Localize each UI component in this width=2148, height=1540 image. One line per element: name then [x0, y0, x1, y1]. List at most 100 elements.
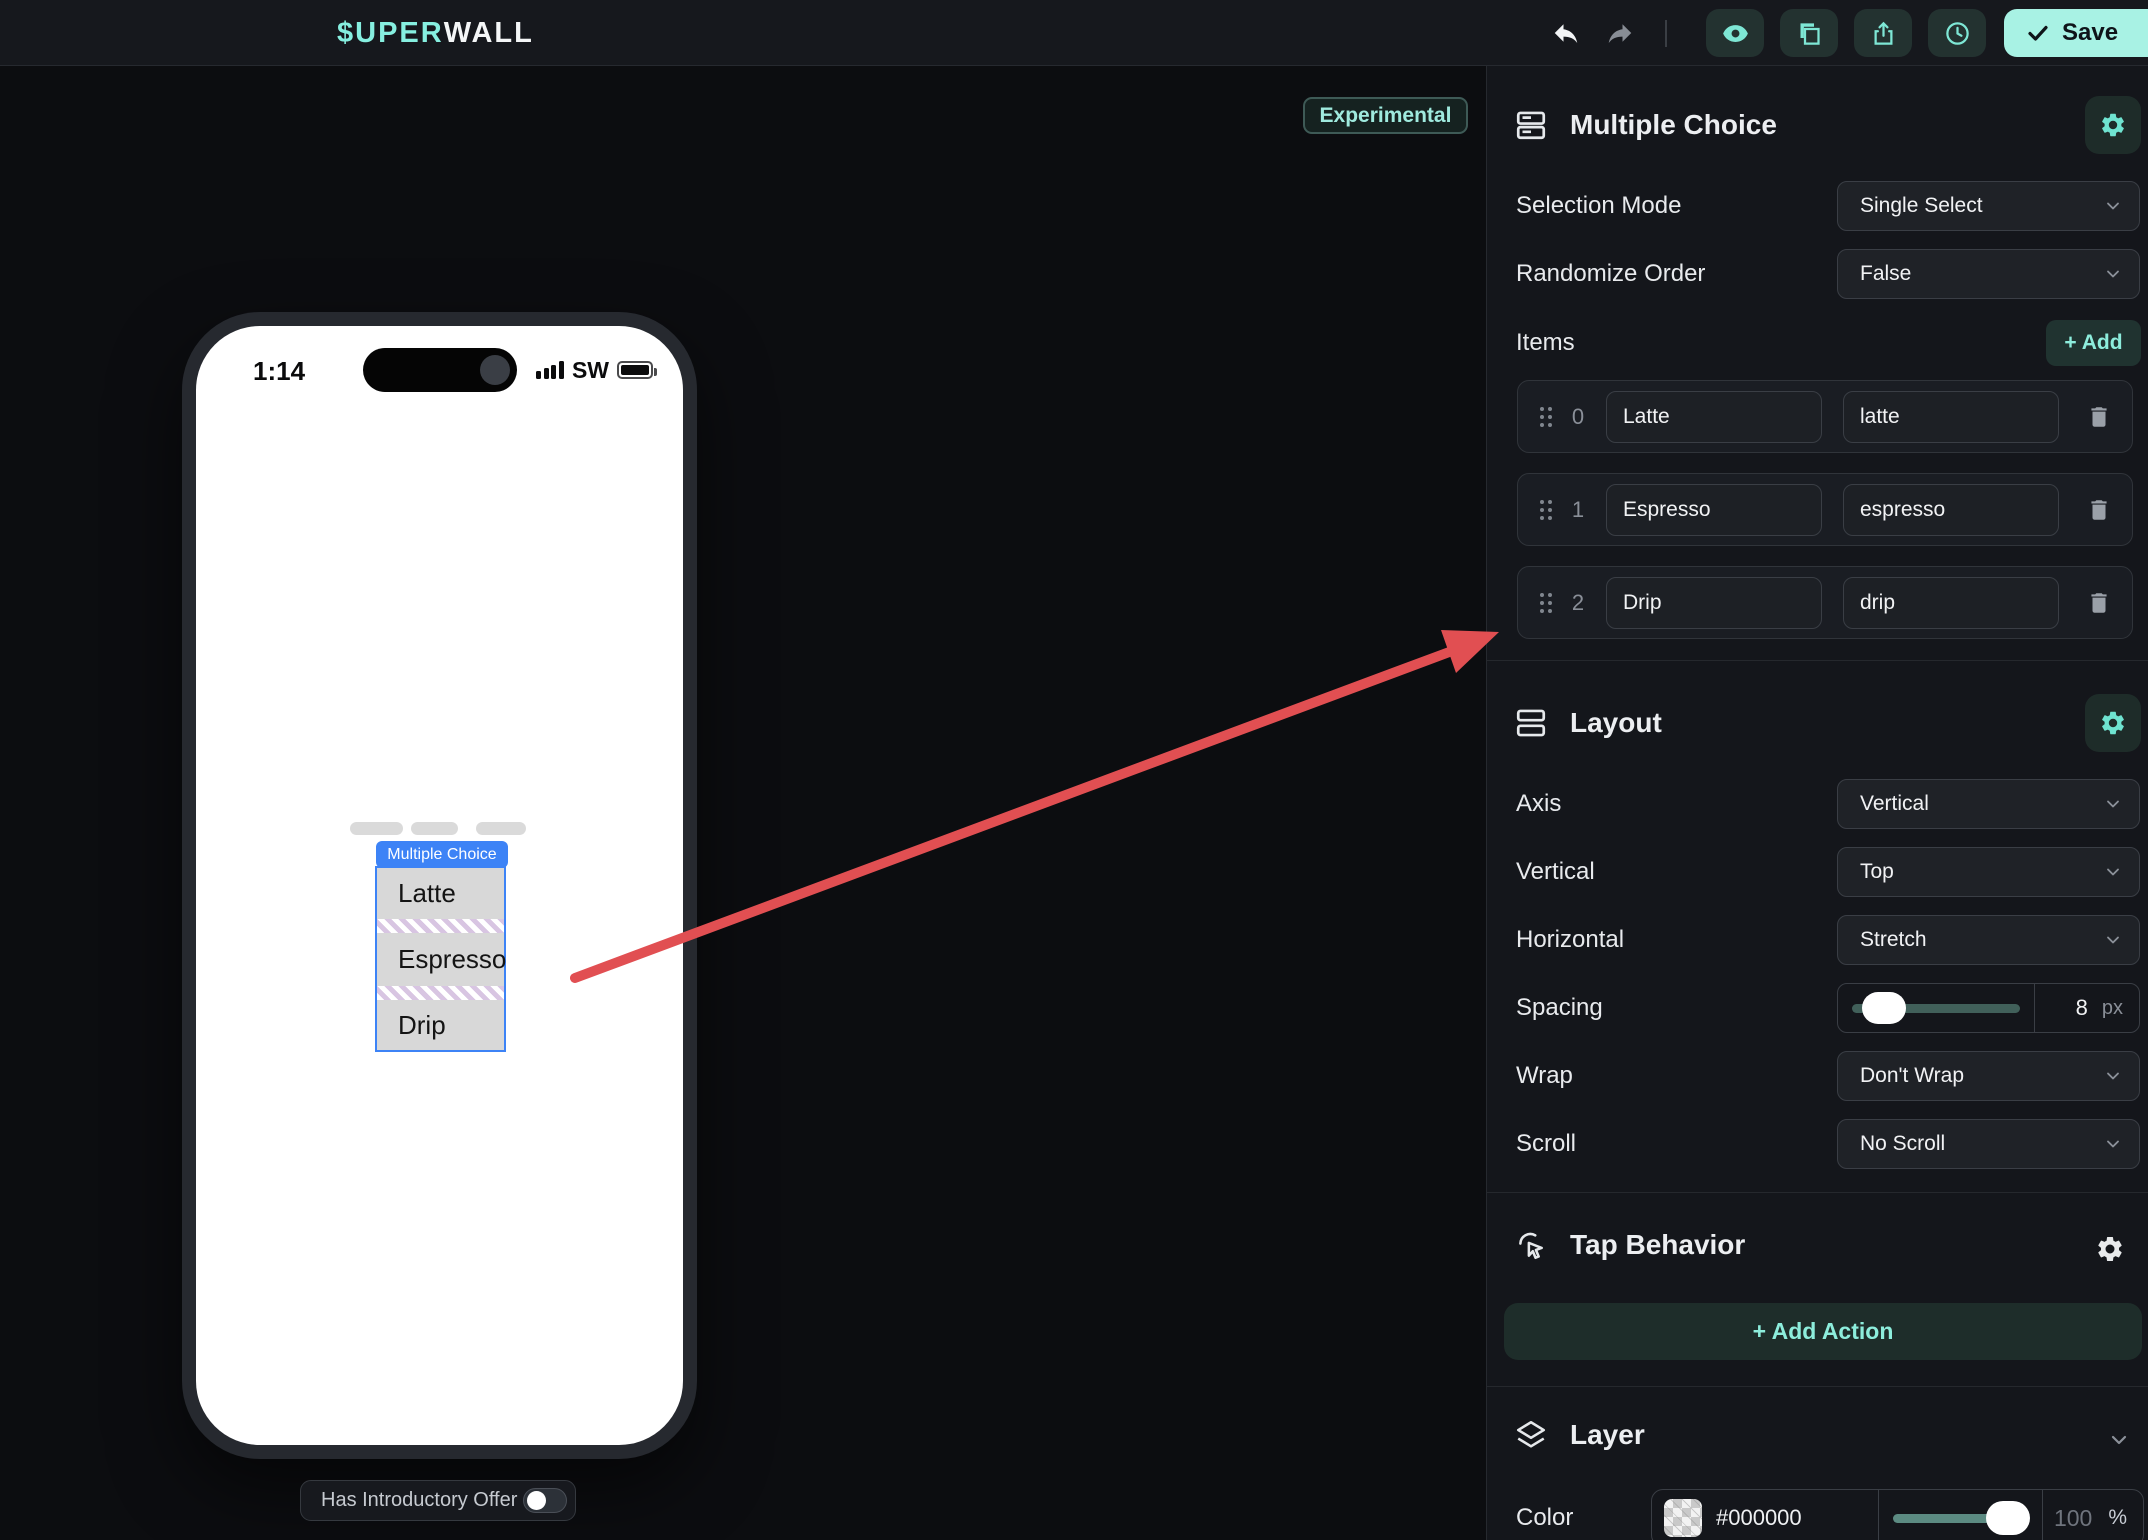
section-title: Layer — [1570, 1419, 1645, 1450]
choice-option[interactable]: Latte — [377, 868, 504, 919]
spacing-unit: px — [2101, 996, 2123, 1019]
share-icon — [1874, 21, 1892, 45]
item-label-input[interactable] — [1606, 390, 1822, 443]
redo-button[interactable] — [1604, 17, 1636, 49]
clock-icon — [1945, 21, 1969, 45]
save-label: Save — [2062, 19, 2119, 46]
wrap-dropdown[interactable]: Don't Wrap — [1837, 1051, 2140, 1101]
color-label: Color — [1516, 1504, 1574, 1531]
duplicate-button[interactable] — [1780, 9, 1838, 57]
vertical-dropdown[interactable]: Top — [1837, 847, 2140, 897]
multiple-choice-component[interactable]: Latte Espresso Drip — [375, 866, 506, 1052]
section-title: Tap Behavior — [1570, 1229, 1746, 1260]
item-label-input[interactable] — [1606, 576, 1822, 629]
chevron-down-icon — [2107, 800, 2119, 808]
eye-icon — [1722, 24, 1748, 42]
preview-button[interactable] — [1706, 9, 1764, 57]
history-button[interactable] — [1928, 9, 1986, 57]
cursor-click-icon — [1519, 1232, 1543, 1260]
inspector-sidebar: Multiple Choice Selection Mode Single Se… — [1486, 66, 2148, 1540]
horizontal-dropdown[interactable]: Stretch — [1837, 915, 2140, 965]
horizontal-label: Horizontal — [1516, 926, 1625, 953]
experimental-badge: Experimental — [1303, 97, 1468, 134]
trash-icon — [2091, 592, 2107, 613]
selection-mode-dropdown[interactable]: Single Select — [1837, 181, 2140, 231]
intro-offer-control: Has Introductory Offer — [300, 1480, 576, 1521]
tap-behavior-header: Tap Behavior — [1514, 1228, 1745, 1262]
placeholder-pill — [476, 822, 526, 835]
color-swatch[interactable] — [1664, 1499, 1702, 1537]
share-button[interactable] — [1854, 9, 1912, 57]
gear-icon — [2102, 711, 2124, 735]
drag-handle-icon[interactable] — [1540, 592, 1552, 613]
spacing-stripe — [377, 986, 504, 1000]
trash-icon — [2091, 406, 2107, 427]
choice-option[interactable]: Espresso — [377, 933, 506, 986]
axis-label: Axis — [1516, 790, 1562, 817]
intro-offer-toggle[interactable] — [523, 1488, 567, 1513]
spacing-slider[interactable] — [1838, 984, 2035, 1032]
battery-icon — [617, 361, 657, 379]
color-control: #000000 100 % — [1651, 1489, 2144, 1540]
item-value-input[interactable] — [1843, 390, 2059, 443]
chevron-down-icon — [2107, 202, 2119, 210]
drag-handle-icon[interactable] — [1540, 499, 1552, 520]
layout-rows-icon — [1516, 709, 1546, 737]
slider-knob[interactable] — [1862, 991, 1906, 1024]
phone-mockup: 1:14 SW Multiple Choice Latte Espresso D… — [182, 312, 697, 1459]
layout-settings-button[interactable] — [2085, 694, 2141, 752]
dynamic-island — [362, 348, 517, 392]
tap-behavior-settings-button[interactable] — [2095, 1234, 2127, 1266]
app-logo: $UPER WALL — [337, 0, 534, 66]
section-divider — [1487, 1192, 2148, 1193]
trash-icon — [2091, 499, 2107, 520]
color-hex-value[interactable]: #000000 — [1716, 1505, 1802, 1531]
selection-mode-label: Selection Mode — [1516, 192, 1682, 219]
add-action-button[interactable]: + Add Action — [1504, 1303, 2142, 1360]
drag-handle-icon[interactable] — [1540, 406, 1552, 427]
toggle-knob — [527, 1491, 546, 1510]
delete-item-button[interactable] — [2084, 588, 2114, 618]
slider-track — [1893, 1500, 2030, 1535]
item-label-input[interactable] — [1606, 483, 1822, 536]
section-title: Layout — [1570, 707, 1662, 738]
layer-collapse-chevron[interactable] — [2107, 1428, 2131, 1452]
item-index: 0 — [1571, 403, 1585, 429]
component-settings-button[interactable] — [2085, 96, 2141, 154]
item-value-input[interactable] — [1843, 483, 2059, 536]
item-row-0: 0 — [1517, 380, 2133, 453]
section-divider — [1487, 660, 2148, 661]
scroll-dropdown[interactable]: No Scroll — [1837, 1119, 2140, 1169]
opacity-value[interactable]: 100 — [2054, 1505, 2092, 1532]
component-section-header: Multiple Choice — [1514, 108, 1777, 142]
vertical-label: Vertical — [1516, 858, 1595, 885]
section-title: Multiple Choice — [1570, 109, 1777, 140]
slider-knob[interactable] — [1986, 1500, 2030, 1535]
toolbar-divider — [1665, 20, 1667, 47]
check-icon — [2028, 25, 2048, 41]
delete-item-button[interactable] — [2084, 495, 2114, 525]
axis-dropdown[interactable]: Vertical — [1837, 779, 2140, 829]
item-row-2: 2 — [1517, 566, 2133, 639]
choice-option[interactable]: Drip — [377, 1000, 504, 1050]
wrap-label: Wrap — [1516, 1062, 1573, 1089]
redo-icon — [1608, 24, 1632, 43]
section-divider — [1487, 1386, 2148, 1387]
undo-button[interactable] — [1550, 17, 1582, 49]
dropdown-value: No Scroll — [1860, 1132, 1946, 1155]
delete-item-button[interactable] — [2084, 402, 2114, 432]
add-item-button[interactable]: + Add — [2046, 320, 2141, 366]
undo-icon — [1554, 24, 1578, 43]
item-row-1: 1 — [1517, 473, 2133, 546]
opacity-slider[interactable] — [1879, 1490, 2043, 1540]
dropdown-value: False — [1860, 262, 1912, 285]
layout-section-header: Layout — [1514, 706, 1662, 740]
list-icon — [1516, 111, 1546, 140]
save-button[interactable]: Save — [2004, 9, 2148, 57]
spacing-value[interactable]: 8 — [2076, 995, 2088, 1021]
randomize-order-dropdown[interactable]: False — [1837, 249, 2140, 299]
item-index: 2 — [1571, 589, 1585, 615]
chevron-down-icon — [2107, 1140, 2119, 1148]
intro-offer-label: Has Introductory Offer — [321, 1489, 518, 1511]
item-value-input[interactable] — [1843, 576, 2059, 629]
